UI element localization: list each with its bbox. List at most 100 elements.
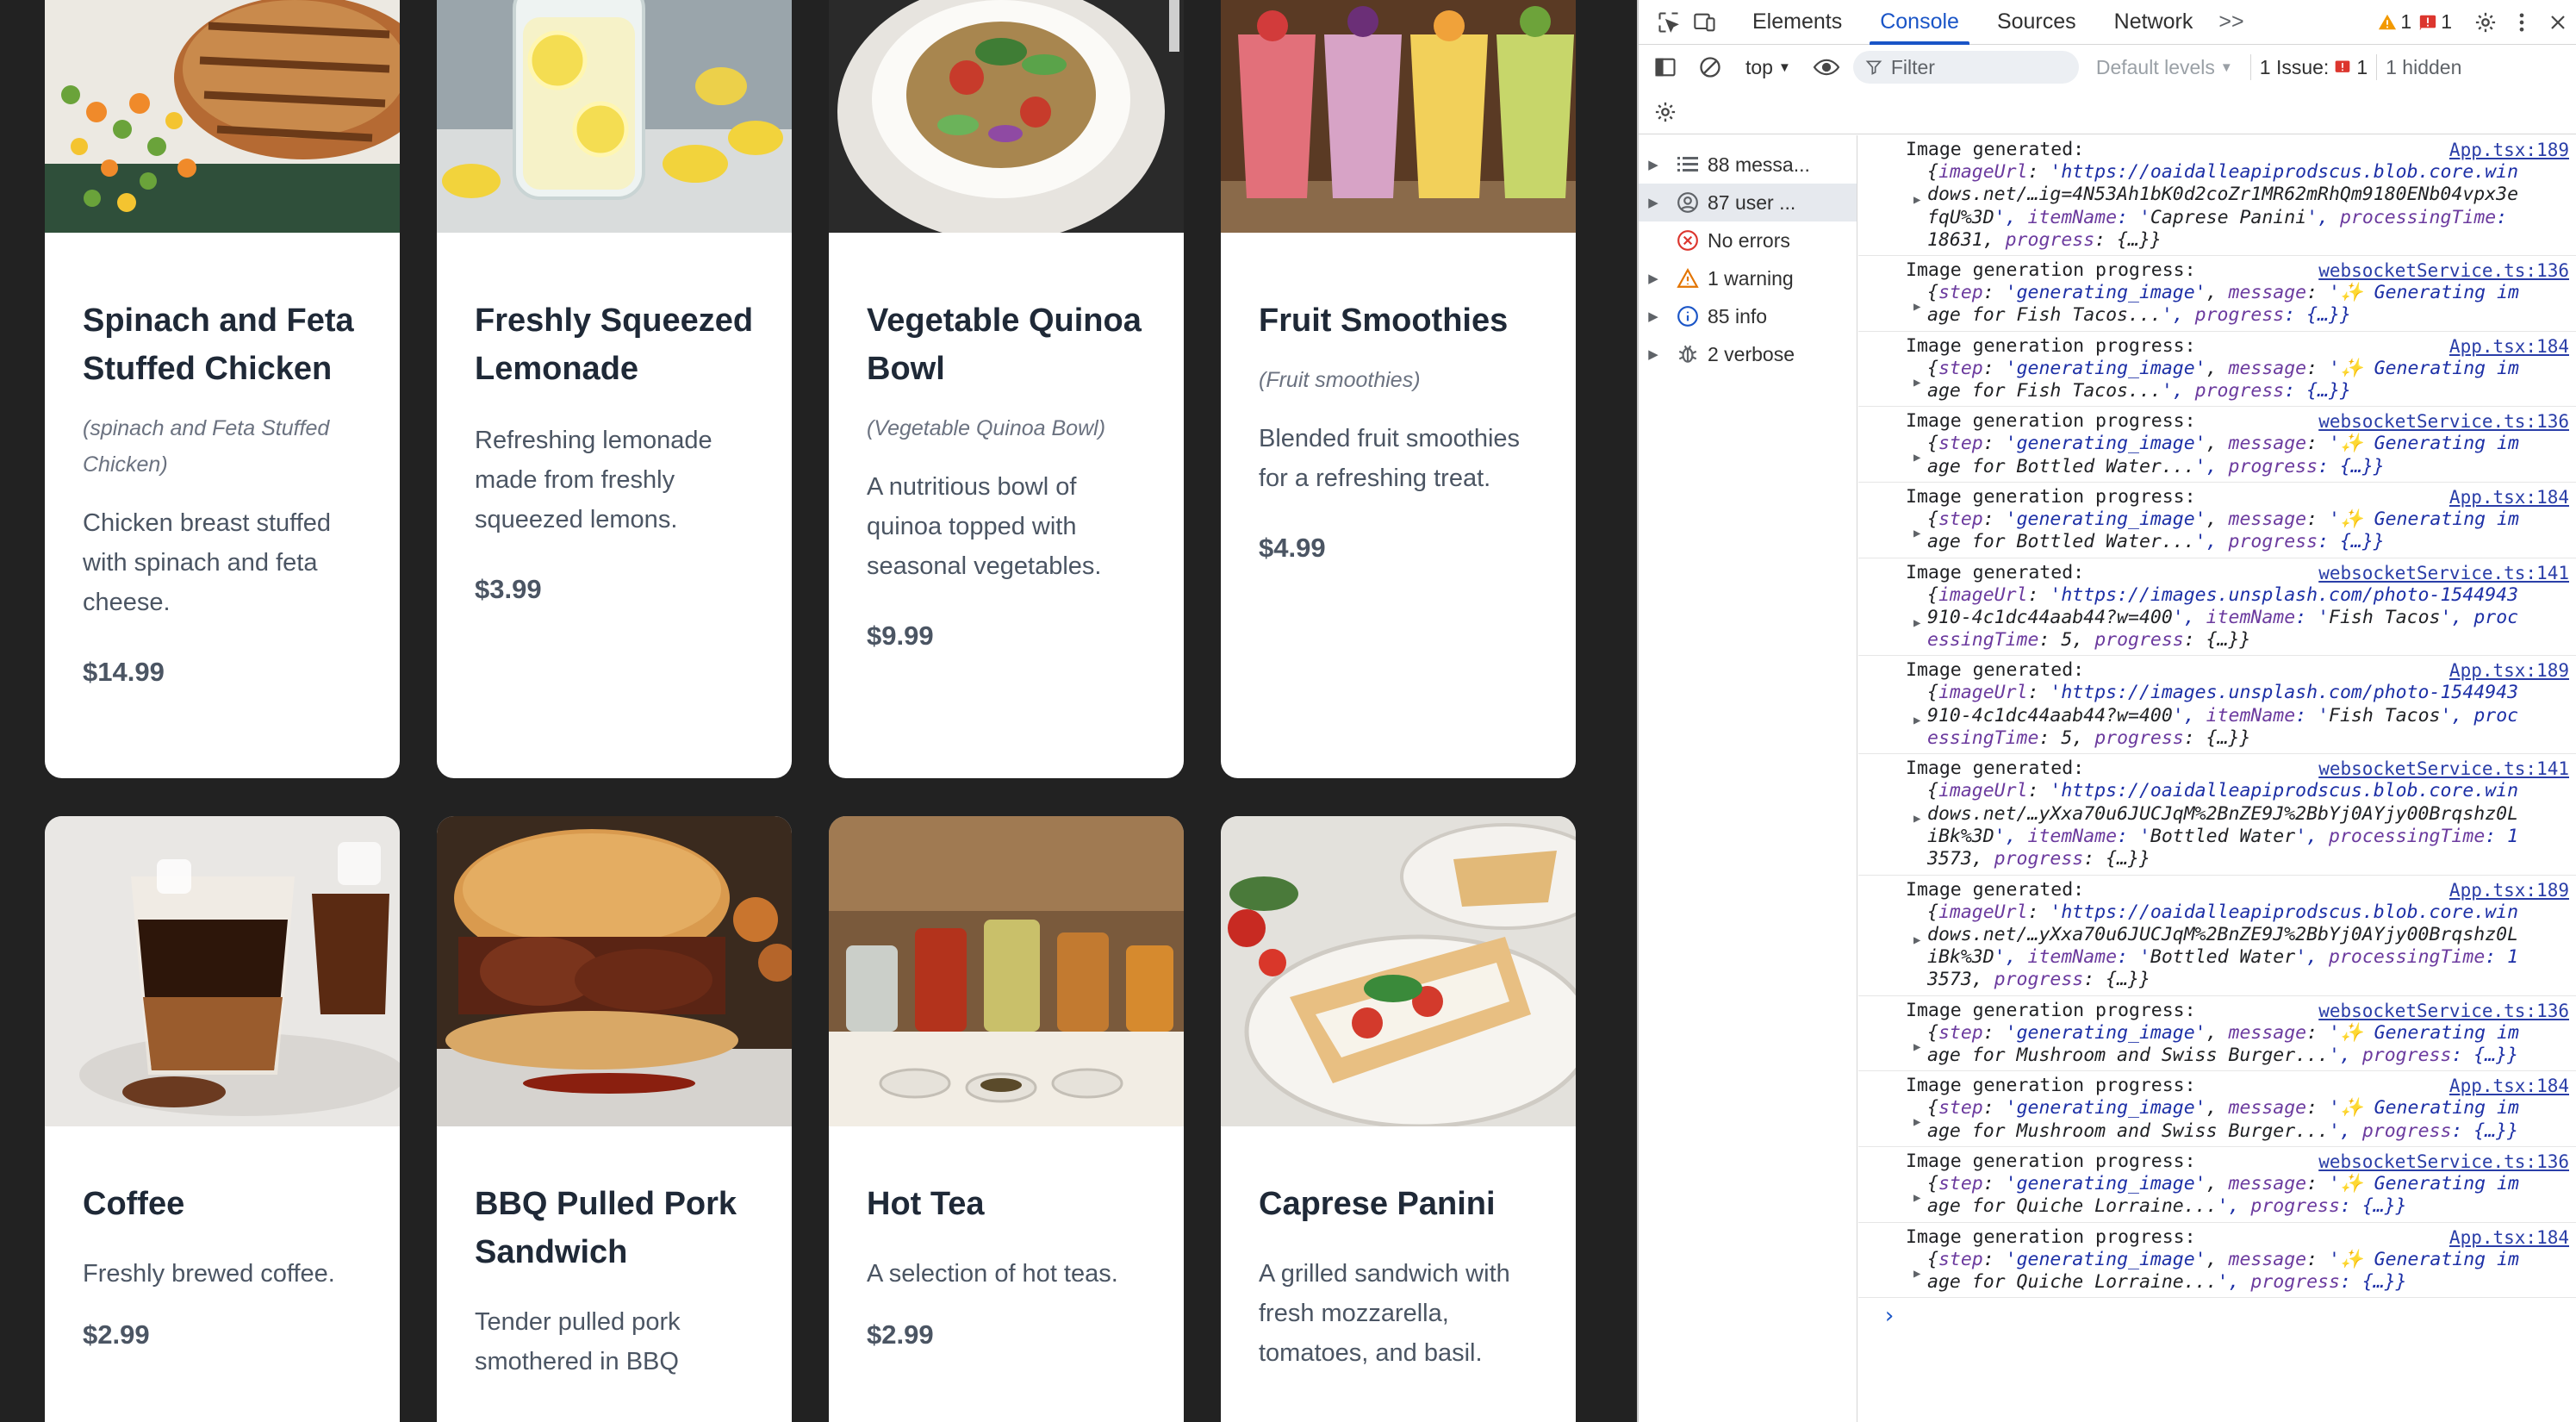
expand-triangle-icon[interactable]: ▶ xyxy=(1913,1111,1920,1133)
log-message: Image generated: xyxy=(1906,561,2085,583)
expand-triangle-icon[interactable]: ▶ xyxy=(1913,189,1920,211)
console-log-entry[interactable]: Image generation progress: App.tsx:184 ▶ {s… xyxy=(1858,1071,2576,1147)
console-log-entry[interactable]: Image generation progress: websocketServi… xyxy=(1858,1147,2576,1223)
log-object-preview[interactable]: ▶ {step: 'generating_image', message: '✨ … xyxy=(1858,1097,2569,1143)
console-log-entry[interactable]: Image generated: App.tsx:189 ▶ {imageUrl: '… xyxy=(1858,135,2576,257)
menu-card[interactable]: Spinach and Feta Stuffed Chicken (spinac… xyxy=(45,0,400,778)
log-object-preview[interactable]: ▶ {step: 'generating_image', message: '✨ … xyxy=(1858,358,2569,403)
menu-card[interactable]: Freshly Squeezed Lemonade Refreshing lem… xyxy=(437,0,792,778)
log-source-link[interactable]: websocketService.ts:136 xyxy=(2318,410,2569,433)
log-object-line: {step: 'generating_image', message: '✨ G… xyxy=(1927,1248,2519,1270)
menu-card[interactable]: Hot Tea A selection of hot teas. $2.99 xyxy=(829,816,1184,1422)
log-source-link[interactable]: App.tsx:189 xyxy=(2449,659,2569,682)
log-object-line: {step: 'generating_image', message: '✨ G… xyxy=(1927,1172,2519,1194)
log-object-preview[interactable]: ▶ {step: 'generating_image', message: '✨ … xyxy=(1858,1173,2569,1219)
console-log-entry[interactable]: Image generation progress: App.tsx:184 ▶ {s… xyxy=(1858,1223,2576,1299)
expand-triangle-icon[interactable]: ▶ xyxy=(1913,1036,1920,1058)
console-log-entry[interactable]: Image generation progress: websocketServi… xyxy=(1858,256,2576,332)
expand-triangle-icon[interactable]: ▶ xyxy=(1913,371,1920,394)
log-object-preview[interactable]: ▶ {imageUrl: 'https://images.unsplash.com… xyxy=(1858,682,2569,750)
log-source-link[interactable]: websocketService.ts:136 xyxy=(2318,259,2569,282)
card-body: Spinach and Feta Stuffed Chicken (spinac… xyxy=(45,296,400,688)
console-log-entry[interactable]: Image generation progress: App.tsx:184 ▶ {s… xyxy=(1858,332,2576,408)
expand-triangle-icon[interactable]: ▶ xyxy=(1913,446,1920,469)
issues-link[interactable]: 1 Issue: 1 xyxy=(2260,56,2368,79)
log-object-preview[interactable]: ▶ {imageUrl: 'https://oaidalleapiprodscus… xyxy=(1858,161,2569,252)
console-prompt[interactable]: › xyxy=(1858,1298,2576,1329)
log-source-link[interactable]: websocketService.ts:141 xyxy=(2318,562,2569,584)
sidebar-item-info[interactable]: ▶ 85 info xyxy=(1639,297,1857,335)
live-expression-eye-icon[interactable] xyxy=(1808,49,1845,85)
sidebar-item-verbose[interactable]: ▶ 2 verbose xyxy=(1639,335,1857,373)
tab-console[interactable]: Console xyxy=(1861,0,1978,45)
more-options-icon[interactable] xyxy=(2504,4,2540,41)
log-source-link[interactable]: websocketService.ts:136 xyxy=(2318,1000,2569,1022)
console-settings-gear-icon[interactable] xyxy=(1647,94,1683,130)
log-source-link[interactable]: websocketService.ts:136 xyxy=(2318,1151,2569,1173)
log-source-link[interactable]: App.tsx:189 xyxy=(2449,879,2569,901)
inspect-element-icon[interactable] xyxy=(1651,4,1687,41)
warnings-count: 1 xyxy=(2400,10,2412,33)
menu-card[interactable]: Fruit Smoothies (Fruit smoothies) Blende… xyxy=(1221,0,1576,778)
log-object-preview[interactable]: ▶ {step: 'generating_image', message: '✨ … xyxy=(1858,508,2569,554)
context-selector[interactable]: top ▼ xyxy=(1737,56,1800,79)
expand-triangle-icon[interactable]: ▶ xyxy=(1913,522,1920,545)
expand-triangle-icon[interactable]: ▶ xyxy=(1913,709,1920,732)
menu-card[interactable]: Caprese Panini A grilled sandwich with f… xyxy=(1221,816,1576,1422)
log-source-link[interactable]: websocketService.ts:141 xyxy=(2318,758,2569,780)
log-object-preview[interactable]: ▶ {imageUrl: 'https://images.unsplash.com… xyxy=(1858,584,2569,652)
log-message: Image generation progress: xyxy=(1906,410,2196,433)
console-log-entry[interactable]: Image generated: websocketService.ts:141 ▶… xyxy=(1858,558,2576,657)
log-object-line: {imageUrl: 'https://oaidalleapiprodscus.… xyxy=(1927,161,2519,183)
sidebar-item-errors[interactable]: No errors xyxy=(1639,221,1857,259)
log-source-link[interactable]: App.tsx:184 xyxy=(2449,1075,2569,1097)
menu-card[interactable]: Coffee Freshly brewed coffee. $2.99 xyxy=(45,816,400,1422)
sidebar-item-label: 88 messa... xyxy=(1708,153,1810,176)
coffee-image xyxy=(45,816,400,1126)
log-levels-dropdown[interactable]: Default levels ▼ xyxy=(2088,56,2242,79)
console-log-entry[interactable]: Image generation progress: websocketServi… xyxy=(1858,996,2576,1072)
tab-elements[interactable]: Elements xyxy=(1733,0,1861,45)
log-object-preview[interactable]: ▶ {imageUrl: 'https://oaidalleapiprodscus… xyxy=(1858,780,2569,870)
card-alt-text: (Vegetable Quinoa Bowl) xyxy=(867,416,1106,440)
more-tabs-button[interactable]: >> xyxy=(2212,0,2250,45)
log-object-preview[interactable]: ▶ {step: 'generating_image', message: '✨ … xyxy=(1858,433,2569,478)
expand-triangle-icon[interactable]: ▶ xyxy=(1913,929,1920,951)
expand-triangle-icon[interactable]: ▶ xyxy=(1913,296,1920,318)
settings-gear-icon[interactable] xyxy=(2467,4,2504,41)
log-source-link[interactable]: App.tsx:184 xyxy=(2449,335,2569,358)
sidebar-item-warnings[interactable]: ▶ 1 warning xyxy=(1639,259,1857,297)
expand-triangle-icon[interactable]: ▶ xyxy=(1913,1187,1920,1209)
log-object-preview[interactable]: ▶ {step: 'generating_image', message: '✨ … xyxy=(1858,1249,2569,1294)
log-source-link[interactable]: App.tsx:189 xyxy=(2449,139,2569,161)
console-log-entry[interactable]: Image generation progress: websocketServi… xyxy=(1858,407,2576,483)
log-source-link[interactable]: App.tsx:184 xyxy=(2449,486,2569,508)
clear-console-icon[interactable] xyxy=(1692,49,1728,85)
expand-triangle-icon[interactable]: ▶ xyxy=(1913,1263,1920,1285)
warnings-badge[interactable]: 1 xyxy=(2378,10,2411,34)
sidebar-item-messages[interactable]: ▶ 88 messa... xyxy=(1639,146,1857,184)
log-object-preview[interactable]: ▶ {step: 'generating_image', message: '✨ … xyxy=(1858,1022,2569,1068)
menu-card[interactable]: Vegetable Quinoa Bowl (Vegetable Quinoa … xyxy=(829,0,1184,778)
close-devtools-icon[interactable] xyxy=(2540,4,2576,41)
expand-triangle-icon[interactable]: ▶ xyxy=(1913,612,1920,634)
console-log-entry[interactable]: Image generation progress: App.tsx:184 ▶ {s… xyxy=(1858,483,2576,558)
log-header: Image generated: websocketService.ts:141 xyxy=(1858,758,2569,780)
sidebar-item-user-messages[interactable]: ▶ 87 user ... xyxy=(1639,184,1857,221)
log-object-preview[interactable]: ▶ {imageUrl: 'https://oaidalleapiprodscus… xyxy=(1858,901,2569,992)
console-log-entry[interactable]: Image generated: App.tsx:189 ▶ {imageUrl: '… xyxy=(1858,876,2576,996)
console-log-entry[interactable]: Image generated: App.tsx:189 ▶ {imageUrl: '… xyxy=(1858,656,2576,755)
expand-triangle-icon[interactable]: ▶ xyxy=(1913,808,1920,830)
filter-input[interactable]: Filter xyxy=(1852,51,2079,84)
show-sidebar-icon[interactable] xyxy=(1647,49,1683,85)
log-object-preview[interactable]: ▶ {step: 'generating_image', message: '✨ … xyxy=(1858,282,2569,327)
errors-badge[interactable]: 1 xyxy=(2418,10,2452,34)
menu-card[interactable]: BBQ Pulled Pork Sandwich Tender pulled p… xyxy=(437,816,792,1422)
console-log-entry[interactable]: Image generated: websocketService.ts:141 ▶… xyxy=(1858,754,2576,876)
device-toolbar-icon[interactable] xyxy=(1687,4,1723,41)
tab-sources[interactable]: Sources xyxy=(1978,0,2095,45)
log-source-link[interactable]: App.tsx:184 xyxy=(2449,1226,2569,1249)
card-body: Freshly Squeezed Lemonade Refreshing lem… xyxy=(437,296,792,605)
log-message: Image generation progress: xyxy=(1906,259,2196,282)
tab-network[interactable]: Network xyxy=(2095,0,2212,45)
